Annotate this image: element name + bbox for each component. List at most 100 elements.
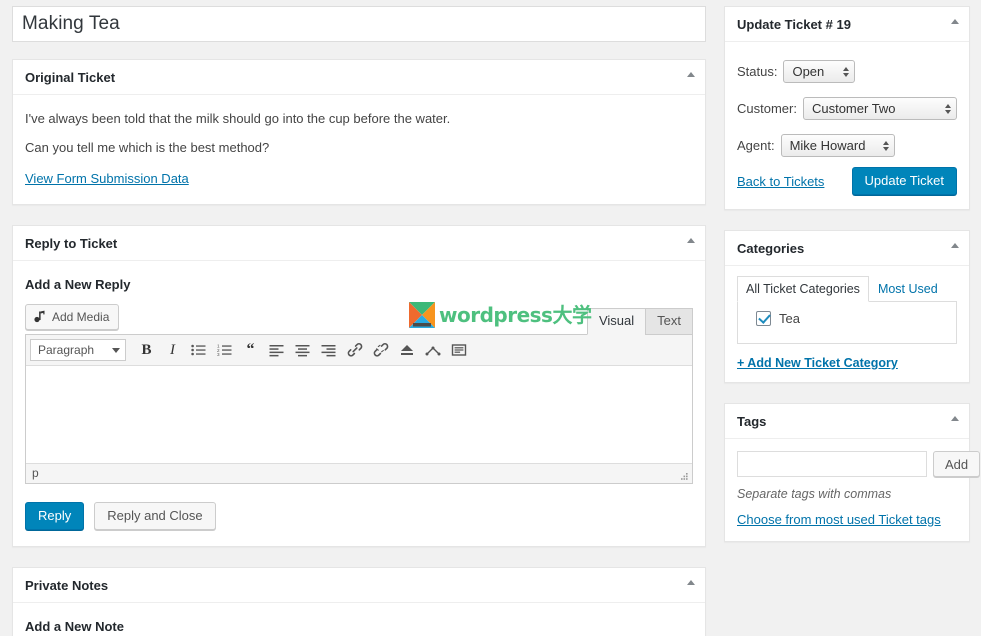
- align-left-icon[interactable]: [264, 338, 289, 362]
- editor-status-bar: p: [26, 463, 692, 483]
- reply-panel-heading: Reply to Ticket: [25, 236, 118, 251]
- add-new-note-label: Add a New Note: [25, 619, 124, 634]
- tab-visual[interactable]: Visual: [586, 308, 647, 335]
- customer-select[interactable]: Customer Two: [802, 97, 957, 120]
- update-ticket-panel: Update Ticket # 19 Status: Open Customer…: [724, 6, 970, 210]
- tag-entry-row: Add: [737, 451, 981, 477]
- categories-body: All Ticket Categories Most Used Tea + Ad…: [725, 266, 969, 382]
- categories-heading: Categories: [737, 241, 805, 256]
- tinymce-toolbar: Paragraph B I 1 2 3 “: [26, 335, 692, 366]
- add-media-label: Add Media: [52, 310, 110, 324]
- tags-hint: Separate tags with commas: [737, 487, 892, 501]
- distraction-free-icon[interactable]: [446, 338, 471, 362]
- bulleted-list-icon[interactable]: [186, 338, 211, 362]
- categories-header[interactable]: Categories: [725, 231, 969, 266]
- reply-to-ticket-panel: Reply to Ticket Add a New Reply Add Medi…: [12, 225, 706, 547]
- reply-buttons-row: Reply Reply and Close: [25, 502, 693, 530]
- agent-label: Agent:: [737, 138, 775, 153]
- update-ticket-header[interactable]: Update Ticket # 19: [725, 7, 969, 42]
- add-media-icon: [33, 310, 47, 324]
- reply-button[interactable]: Reply: [25, 502, 85, 530]
- select-arrows-icon: [945, 103, 951, 114]
- italic-icon[interactable]: I: [160, 338, 185, 362]
- tab-most-used[interactable]: Most Used: [869, 276, 947, 302]
- tags-header[interactable]: Tags: [725, 404, 969, 439]
- blockquote-icon[interactable]: “: [238, 338, 263, 362]
- chevron-down-icon: [112, 347, 120, 353]
- select-arrows-icon: [882, 140, 889, 151]
- view-form-submission-data-link[interactable]: View Form Submission Data: [25, 171, 189, 186]
- tags-body: Add Separate tags with commas Choose fro…: [725, 439, 981, 541]
- editor-mode-tabs: Visual Text: [586, 308, 693, 335]
- update-ticket-body: Status: Open Customer: Customer Two Agen…: [725, 42, 969, 209]
- ticket-title-input[interactable]: Making Tea: [12, 6, 706, 42]
- update-ticket-button[interactable]: Update Ticket: [851, 167, 957, 195]
- editor-element-path: p: [32, 466, 39, 480]
- back-to-tickets-link[interactable]: Back to Tickets: [737, 174, 824, 189]
- chevron-up-icon[interactable]: [687, 72, 695, 77]
- toggle-toolbar-icon[interactable]: [420, 338, 445, 362]
- chevron-up-icon[interactable]: [687, 238, 695, 243]
- tag-input[interactable]: [737, 451, 927, 477]
- private-notes-panel: Private Notes Add a New Note: [12, 567, 706, 636]
- page-title: Making Tea: [22, 12, 120, 34]
- add-new-reply-label: Add a New Reply: [25, 277, 131, 292]
- agent-field-row: Agent: Mike Howard: [737, 134, 957, 157]
- format-select[interactable]: Paragraph: [30, 339, 126, 361]
- chevron-up-icon[interactable]: [951, 243, 959, 248]
- format-select-value: Paragraph: [38, 343, 95, 357]
- status-select-value: Open: [792, 64, 825, 79]
- editor-toolbar-row: Add Media Visual Text: [25, 304, 693, 335]
- status-select[interactable]: Open: [783, 60, 856, 83]
- align-right-icon[interactable]: [316, 338, 341, 362]
- category-tabs: All Ticket Categories Most Used: [737, 276, 957, 302]
- status-label: Status:: [737, 64, 778, 79]
- chevron-up-icon[interactable]: [687, 580, 695, 585]
- remove-link-icon[interactable]: [368, 338, 393, 362]
- reply-editor-content[interactable]: [26, 366, 692, 463]
- categories-panel: Categories All Ticket Categories Most Us…: [724, 230, 970, 383]
- choose-most-used-tags-link[interactable]: Choose from most used Ticket tags: [737, 512, 941, 527]
- reply-panel-header[interactable]: Reply to Ticket: [13, 226, 705, 261]
- original-ticket-header[interactable]: Original Ticket: [13, 60, 705, 95]
- tags-panel: Tags Add Separate tags with commas Choos…: [724, 403, 981, 542]
- main-column: Making Tea Original Ticket I've always b…: [12, 6, 706, 636]
- ticket-text-line-2: Can you tell me which is the best method…: [25, 139, 270, 155]
- category-list: Tea: [737, 302, 957, 344]
- original-ticket-panel: Original Ticket I've always been told th…: [12, 59, 706, 205]
- ticket-text-line-1: I've always been told that the milk shou…: [25, 111, 451, 126]
- status-field-row: Status: Open: [737, 60, 957, 83]
- add-media-button[interactable]: Add Media: [25, 304, 120, 330]
- insert-link-icon[interactable]: [342, 338, 367, 362]
- private-notes-header[interactable]: Private Notes: [13, 568, 705, 603]
- tab-text[interactable]: Text: [645, 308, 693, 335]
- wordpress-admin-ticket-page: Making Tea Original Ticket I've always b…: [0, 0, 981, 636]
- chevron-up-icon[interactable]: [951, 416, 959, 421]
- customer-label: Customer:: [737, 101, 797, 116]
- add-new-ticket-category-link[interactable]: + Add New Ticket Category: [737, 356, 898, 370]
- list-item: Tea: [748, 311, 946, 326]
- svg-text:3: 3: [217, 352, 220, 357]
- numbered-list-icon[interactable]: 1 2 3: [212, 338, 237, 362]
- chevron-up-icon[interactable]: [951, 19, 959, 24]
- editor-resize-handle[interactable]: [679, 471, 689, 481]
- align-center-icon[interactable]: [290, 338, 315, 362]
- tinymce-editor: Paragraph B I 1 2 3 “ p: [25, 334, 693, 484]
- original-ticket-heading: Original Ticket: [25, 70, 116, 85]
- tab-all-ticket-categories[interactable]: All Ticket Categories: [737, 276, 869, 302]
- insert-read-more-icon[interactable]: [394, 338, 419, 362]
- private-notes-heading: Private Notes: [25, 578, 109, 593]
- sidebar-column: Update Ticket # 19 Status: Open Customer…: [724, 6, 981, 562]
- reply-and-close-button[interactable]: Reply and Close: [94, 502, 216, 530]
- update-ticket-heading: Update Ticket # 19: [737, 17, 851, 32]
- select-arrows-icon: [843, 66, 850, 77]
- agent-select[interactable]: Mike Howard: [780, 134, 895, 157]
- update-ticket-actions: Back to Tickets Update Ticket: [737, 167, 957, 195]
- reply-panel-body: Add a New Reply Add Media Visual Text Pa…: [13, 261, 705, 546]
- add-tag-button[interactable]: Add: [933, 451, 981, 477]
- original-ticket-body: I've always been told that the milk shou…: [13, 95, 705, 204]
- customer-field-row: Customer: Customer Two: [737, 97, 957, 120]
- customer-select-value: Customer Two: [811, 101, 896, 116]
- bold-icon[interactable]: B: [134, 338, 159, 362]
- category-checkbox-tea[interactable]: [756, 311, 771, 326]
